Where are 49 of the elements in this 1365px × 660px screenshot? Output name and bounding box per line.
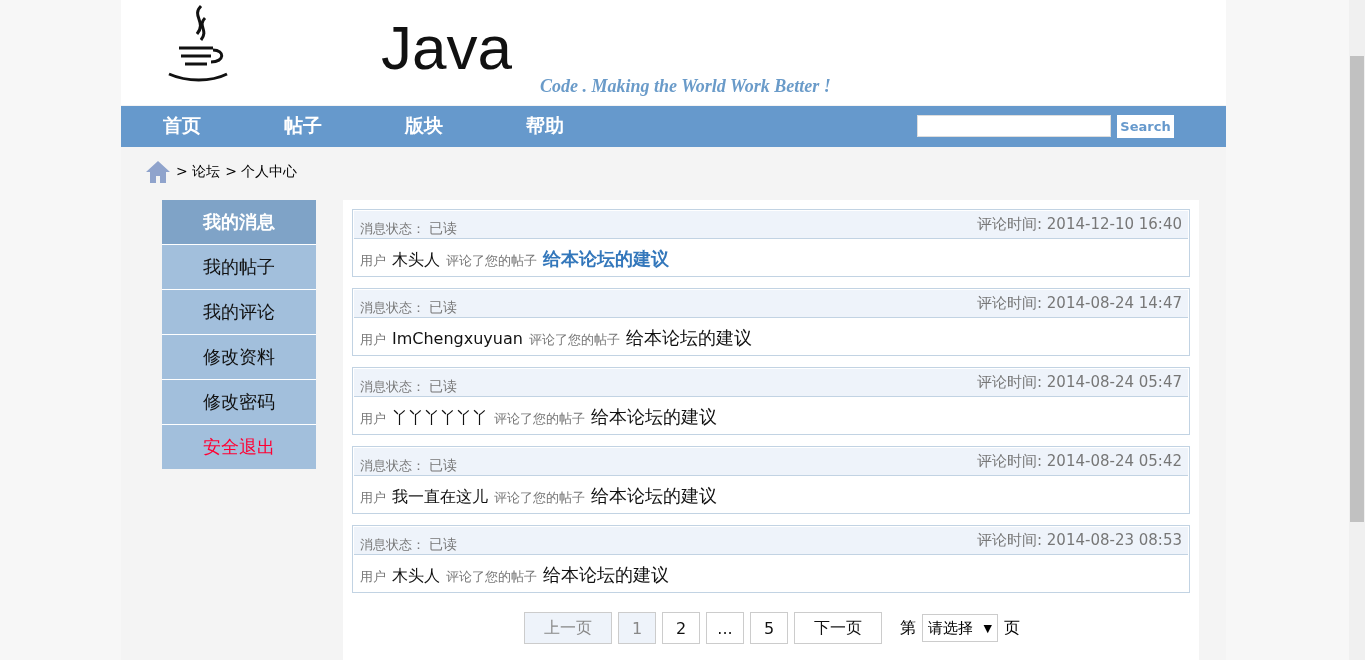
comment-time: 评论时间: 2014-08-24 05:47 [977,373,1182,392]
post-link[interactable]: 给本论坛的建议 [543,563,669,587]
sidebar-item[interactable]: 我的帖子 [162,245,316,290]
breadcrumb-link[interactable]: > 个人中心 [225,163,298,182]
post-link[interactable]: 给本论坛的建议 [543,247,669,271]
sidebar-item[interactable]: 我的评论 [162,290,316,335]
user-name: 丫丫丫丫丫丫 [392,408,488,429]
action-text: 评论了您的帖子 [494,410,585,428]
user-label: 用户 [360,331,386,349]
action-text: 评论了您的帖子 [446,252,537,270]
user-name: ImChengxuyuan [392,329,523,348]
comment-time: 评论时间: 2014-12-10 16:40 [977,215,1182,234]
tagline: Code . Making the World Work Better ! [539,76,831,97]
status-text: 消息状态： 已读 [360,456,457,475]
status-text: 消息状态： 已读 [360,377,457,396]
comment-time: 评论时间: 2014-08-24 05:42 [977,452,1182,471]
scrollbar-thumb[interactable] [1350,56,1364,522]
post-link[interactable]: 给本论坛的建议 [591,405,717,429]
logo-text: Java [380,12,513,84]
user-label: 用户 [360,489,386,507]
user-name: 我一直在这儿 [392,487,488,508]
user-label: 用户 [360,252,386,270]
comment-time: 评论时间: 2014-08-23 08:53 [977,531,1182,550]
comment-time: 评论时间: 2014-08-24 14:47 [977,294,1182,313]
user-name: 木头人 [392,566,440,587]
post-link[interactable]: 给本论坛的建议 [625,326,752,350]
breadcrumb-link[interactable]: > 论坛 [176,163,221,182]
post-link[interactable]: 给本论坛的建议 [591,484,717,508]
user-name: 木头人 [392,250,440,271]
search-field[interactable] [917,114,1111,137]
page-button[interactable]: ... [706,612,744,644]
user-label: 用户 [360,410,386,428]
action-text: 评论了您的帖子 [528,331,620,349]
action-text: 评论了您的帖子 [494,489,585,507]
status-text: 消息状态： 已读 [360,298,457,317]
action-text: 评论了您的帖子 [446,568,537,586]
sidebar-item[interactable]: 修改资料 [162,335,316,380]
coffee-cup-icon [167,4,229,84]
status-text: 消息状态： 已读 [360,535,457,554]
page-button[interactable]: 5 [750,612,788,644]
user-label: 用户 [360,568,386,586]
home-icon[interactable] [145,160,171,185]
sidebar-item[interactable]: 修改密码 [162,380,316,425]
next-page-button[interactable]: 下一页 [794,612,882,644]
page-select[interactable]: 请选择 ▼ [922,614,998,642]
page-button[interactable]: 2 [662,612,700,644]
page-suffix: 页 [1004,617,1020,639]
page-prefix: 第 [900,617,916,639]
status-text: 消息状态： 已读 [360,219,457,238]
